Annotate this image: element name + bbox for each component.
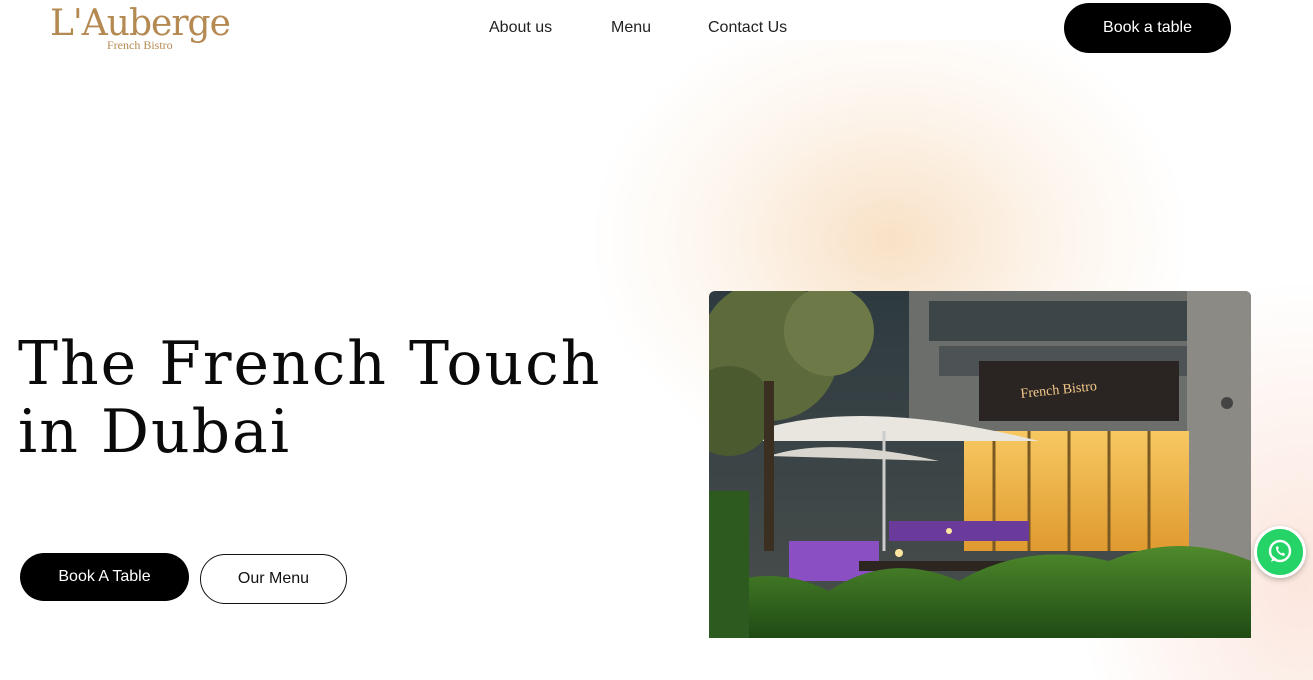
nav-item-contact-us[interactable]: Contact Us xyxy=(708,17,787,39)
hero-restaurant-photo: French Bistro xyxy=(709,291,1251,638)
hero-title-line-2: in Dubai xyxy=(18,397,292,467)
logo-tagline: French Bistro xyxy=(107,38,173,52)
hero-title: The French Touch in Dubai xyxy=(18,330,601,466)
hero-book-table-button[interactable]: Book A Table xyxy=(20,553,189,601)
whatsapp-icon xyxy=(1268,539,1292,563)
header-book-table-button[interactable]: Book a table xyxy=(1064,3,1231,53)
logo[interactable]: L'Auberge French Bistro xyxy=(50,4,231,54)
whatsapp-button[interactable] xyxy=(1254,526,1306,578)
hero-our-menu-button[interactable]: Our Menu xyxy=(200,554,347,604)
hero-title-line-1: The French Touch xyxy=(18,329,602,399)
nav-item-about-us[interactable]: About us xyxy=(489,17,552,39)
nav-item-menu[interactable]: Menu xyxy=(611,17,651,39)
